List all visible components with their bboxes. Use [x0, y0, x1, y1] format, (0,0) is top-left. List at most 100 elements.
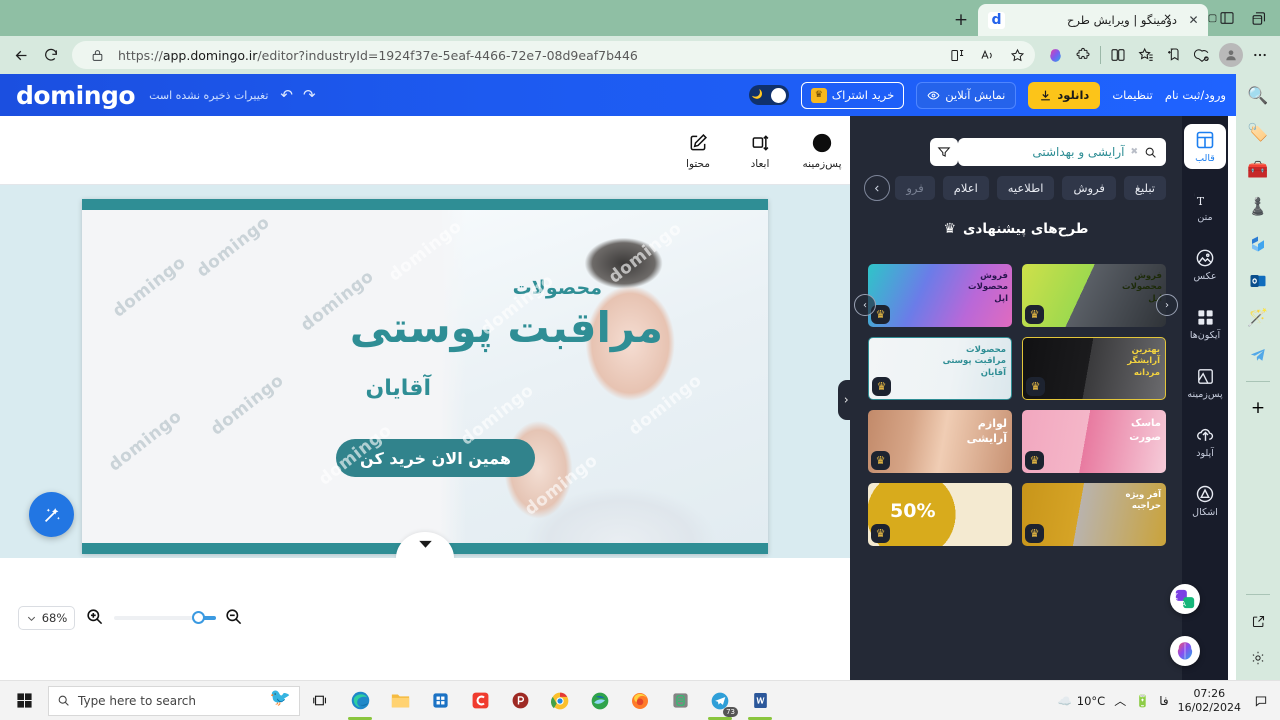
taskbar-app-c[interactable] — [460, 681, 500, 720]
browser-essentials-icon[interactable] — [1104, 41, 1132, 69]
translate-button[interactable]: 文 A — [1170, 584, 1200, 614]
window-close-button[interactable]: ✕ — [1145, 2, 1190, 34]
redo-icon[interactable]: ↷ — [303, 86, 316, 104]
chip-partial[interactable]: فرو — [895, 176, 935, 200]
taskbar-app-p[interactable] — [500, 681, 540, 720]
outlook-icon[interactable] — [1244, 267, 1272, 295]
search-input[interactable]: آرایشی و بهداشتی — [967, 145, 1124, 159]
taskbar-app-store[interactable] — [420, 681, 460, 720]
browser-menu-icon[interactable] — [1246, 41, 1274, 69]
add-collection-icon[interactable] — [1160, 41, 1188, 69]
template-card[interactable]: ماسک صورت ♛ — [1022, 410, 1166, 473]
address-bar[interactable]: https://app.domingo.ir/editor?industryId… — [72, 41, 1035, 69]
rail-item-icons[interactable]: آیکون‌ها — [1184, 301, 1226, 346]
taskbar-search[interactable]: Type here to search 🐦 — [48, 685, 300, 716]
zoom-level-select[interactable]: 68% — [18, 606, 75, 630]
favorite-star-icon[interactable] — [1003, 41, 1031, 69]
design-artboard[interactable]: محصولات مراقبت پوستی آقایان همین الان خر… — [82, 199, 768, 554]
open-in-new-icon[interactable] — [1244, 607, 1272, 635]
canvas-area[interactable]: محصولات مراقبت پوستی آقایان همین الان خر… — [0, 185, 850, 558]
zoom-out-button[interactable] — [224, 607, 243, 630]
taskbar-app-word[interactable] — [740, 681, 780, 720]
design-text-headline[interactable]: مراقبت پوستی — [350, 303, 663, 353]
battery-icon[interactable]: 🔋 — [1135, 694, 1150, 708]
app-logo[interactable]: domingo — [16, 83, 136, 108]
task-view-button[interactable] — [300, 681, 340, 720]
games-icon[interactable]: ♟️ — [1244, 193, 1272, 221]
carousel-next-button[interactable]: › — [854, 294, 876, 316]
language-indicator[interactable]: فا — [1159, 694, 1168, 708]
chip-elam[interactable]: اعلام — [942, 176, 989, 200]
clear-icon[interactable]: ✖ — [1130, 147, 1138, 157]
telegram-icon[interactable] — [1244, 341, 1272, 369]
panel-collapse-toggle[interactable] — [838, 380, 854, 420]
chip-tablig[interactable]: تبلیغ — [1123, 176, 1166, 200]
taskbar-app-terminal[interactable] — [660, 681, 700, 720]
toolbar-item-background[interactable]: پس‌زمینه — [794, 127, 850, 174]
taskbar-app-chrome[interactable] — [540, 681, 580, 720]
toolbar-item-content[interactable]: محتوا — [670, 127, 726, 174]
download-button[interactable]: دانلود — [1028, 81, 1101, 109]
template-card[interactable]: فروش محصولات اپل ♛ — [868, 264, 1012, 327]
taskbar-app-file-explorer[interactable] — [380, 681, 420, 720]
zoom-slider-handle[interactable] — [192, 611, 205, 624]
tools-icon[interactable]: 🪄 — [1244, 304, 1272, 332]
chips-prev-button[interactable] — [864, 175, 890, 201]
buy-subscription-button[interactable]: خرید اشتراک ♛ — [800, 81, 905, 109]
carousel-prev-button[interactable]: ‹ — [1156, 294, 1178, 316]
magic-wand-button[interactable] — [29, 492, 74, 537]
rail-item-text[interactable]: T T متن — [1184, 183, 1226, 228]
template-search-box[interactable]: آرایشی و بهداشتی ✖ — [958, 138, 1166, 166]
rail-item-upload[interactable]: آپلود — [1184, 419, 1226, 464]
template-card[interactable]: بهترین آرایشگر مردانه ♛ — [1022, 337, 1166, 400]
extensions-icon[interactable] — [1069, 41, 1097, 69]
taskbar-app-telegram[interactable]: 73 — [700, 681, 740, 720]
shopping-tag-icon[interactable]: 🏷️ — [1244, 119, 1272, 147]
profile-avatar[interactable] — [1219, 43, 1243, 67]
back-icon[interactable] — [6, 40, 36, 70]
settings-link[interactable]: تنظیمات — [1112, 88, 1153, 102]
copilot-button[interactable] — [1170, 636, 1200, 666]
chip-forush[interactable]: فروش — [1062, 176, 1116, 200]
sidebar-add-icon[interactable]: + — [1244, 394, 1272, 422]
search-icon[interactable]: 🔍 — [1244, 82, 1272, 110]
login-register-link[interactable]: ورود/ثبت نام — [1165, 88, 1226, 102]
undo-icon[interactable]: ↶ — [280, 86, 293, 104]
template-card[interactable]: لوازم آرایشی ♛ — [868, 410, 1012, 473]
template-card[interactable]: آفر ویژه حراجیه ♛ — [1022, 483, 1166, 546]
reload-icon[interactable] — [36, 40, 66, 70]
chip-etelaiye[interactable]: اطلاعیه — [996, 176, 1055, 200]
briefcase-icon[interactable]: 🧰 — [1244, 156, 1272, 184]
taskbar-clock[interactable]: 07:26 16/02/2024 — [1178, 687, 1241, 715]
weather-widget[interactable]: ☁️ 10°C — [1057, 694, 1105, 708]
filter-button[interactable] — [930, 138, 958, 166]
design-text-small[interactable]: محصولات — [513, 277, 602, 299]
zoom-in-button[interactable] — [85, 607, 104, 630]
template-card[interactable]: 50% ♛ — [868, 483, 1012, 546]
start-button[interactable] — [0, 681, 48, 720]
read-aloud-icon[interactable] — [973, 41, 1001, 69]
rail-item-shapes[interactable]: اشکال — [1184, 478, 1226, 523]
performance-icon[interactable] — [1188, 41, 1216, 69]
design-cta-button[interactable]: همین الان خرید کن — [336, 439, 535, 477]
split-window-icon[interactable] — [943, 41, 971, 69]
gear-icon[interactable] — [1244, 644, 1272, 672]
template-card[interactable]: محصولات مراقبت پوستی آقایان ♛ — [868, 337, 1012, 400]
microsoft365-icon[interactable] — [1244, 230, 1272, 258]
notification-icon[interactable] — [1250, 690, 1272, 712]
design-text-sub[interactable]: آقایان — [365, 376, 431, 401]
online-preview-button[interactable]: نمایش آنلاین — [916, 81, 1017, 109]
rail-item-template[interactable]: قالب — [1184, 124, 1226, 169]
new-tab-button[interactable]: + — [948, 7, 974, 33]
toolbar-item-size[interactable]: ابعاد — [732, 127, 788, 174]
collections-icon[interactable] — [1132, 41, 1160, 69]
taskbar-app-browser[interactable] — [580, 681, 620, 720]
theme-toggle[interactable]: 🌙 — [748, 85, 789, 105]
taskbar-app-firefox[interactable] — [620, 681, 660, 720]
copilot-icon[interactable] — [1041, 41, 1069, 69]
window-maximize-button[interactable]: ▢ — [1190, 2, 1235, 34]
zoom-slider[interactable] — [114, 611, 216, 624]
chevron-up-icon[interactable]: ︿ — [1114, 692, 1126, 709]
artboard-photo[interactable] — [440, 210, 768, 543]
taskbar-app-edge[interactable] — [340, 681, 380, 720]
